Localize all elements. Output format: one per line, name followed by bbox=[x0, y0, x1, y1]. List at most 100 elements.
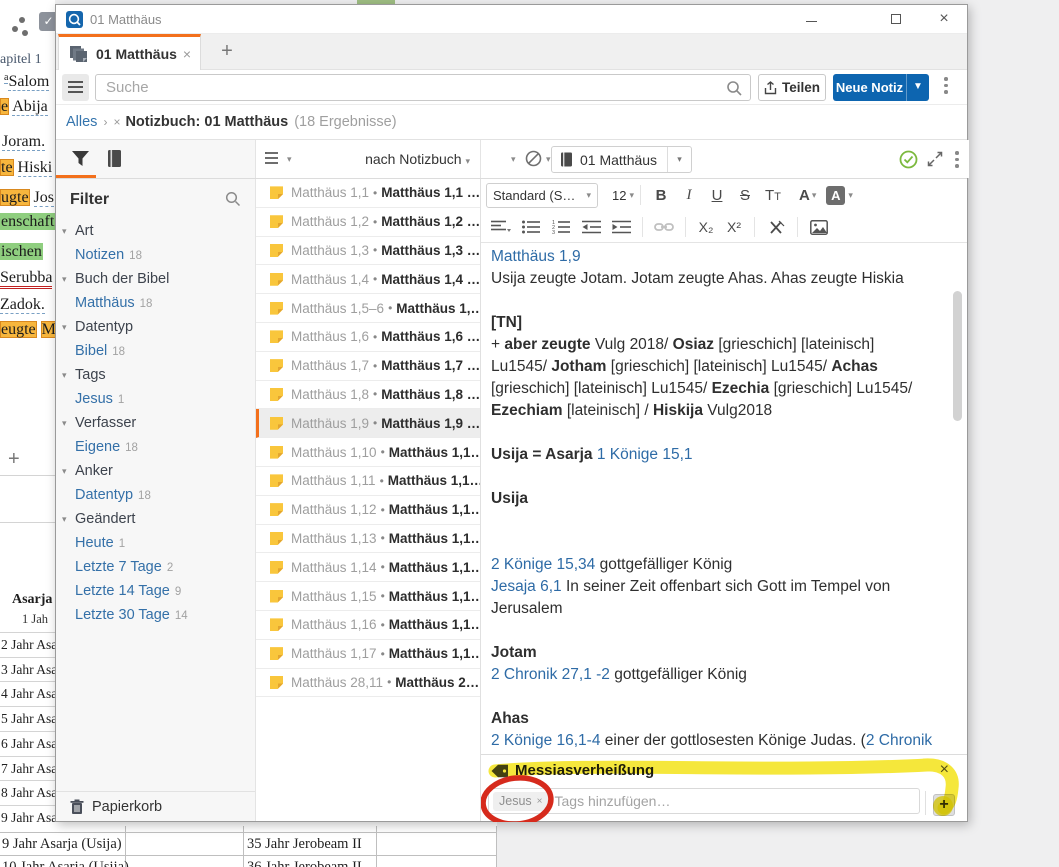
note-list-item[interactable]: Matthäus 1,10 • Matthäus 1,1… bbox=[256, 438, 480, 467]
note-list-item[interactable]: Matthäus 28,11 • Matthäus 2… bbox=[256, 669, 480, 698]
bible-text-fragment[interactable]: te Hiski bbox=[0, 159, 53, 177]
bible-text-fragment[interactable]: enschaft bbox=[0, 213, 55, 231]
note-list-item[interactable]: Matthäus 1,7 • Matthäus 1,7 … bbox=[256, 352, 480, 381]
breadcrumb-remove-icon[interactable]: × bbox=[113, 115, 120, 129]
underline-button[interactable]: U bbox=[703, 187, 731, 204]
add-tag-button[interactable]: + bbox=[933, 794, 955, 816]
notebook-selector-button[interactable]: 01 Matthäus ▾ bbox=[551, 146, 693, 173]
bible-reference-link[interactable]: 2 Chronik 27,1 -2 bbox=[491, 666, 610, 683]
menu-hamburger-button[interactable] bbox=[62, 74, 89, 101]
filter-section-tags[interactable]: ▾ Tags bbox=[56, 363, 255, 387]
font-size-select[interactable]: 12 ▾ bbox=[612, 188, 634, 203]
filter-section-datentyp[interactable]: ▾ Datentyp bbox=[56, 315, 255, 339]
bible-reference-link[interactable]: Jesaja 6,1 bbox=[491, 578, 562, 595]
background-add-button[interactable]: + bbox=[8, 448, 20, 471]
bold-button[interactable]: B bbox=[647, 187, 675, 204]
italic-button[interactable]: I bbox=[675, 187, 703, 204]
note-title[interactable]: Messiasverheißung bbox=[515, 762, 654, 779]
expand-panel-icon[interactable] bbox=[927, 151, 943, 167]
note-style-caret-icon[interactable]: ▾ bbox=[511, 154, 516, 165]
bible-text-fragment[interactable]: ugte Jos bbox=[0, 189, 54, 207]
font-family-select[interactable]: Standard (S… ▾ bbox=[486, 182, 598, 208]
clear-formatting-button[interactable] bbox=[761, 220, 791, 235]
note-body[interactable]: Matthäus 1,9 Usija zeugte Jotam. Jotam ze… bbox=[481, 243, 967, 754]
filter-item-letzte-30-tage[interactable]: Letzte 30 Tage 14 bbox=[56, 603, 255, 627]
subscript-button[interactable]: X₂ bbox=[692, 219, 720, 235]
scrollbar-thumb[interactable] bbox=[953, 291, 962, 421]
note-list-item[interactable]: Matthäus 1,6 • Matthäus 1,6 … bbox=[256, 323, 480, 352]
bible-text-fragment[interactable]: Joram. bbox=[2, 133, 46, 151]
tab-close-icon[interactable]: × bbox=[180, 46, 194, 62]
filter-item-bibel[interactable]: Bibel 18 bbox=[56, 339, 255, 363]
indicator-caret-icon[interactable]: ▾ bbox=[546, 154, 551, 165]
tab-01-matthaeus[interactable]: 01 Matthäus × bbox=[58, 34, 201, 70]
note-list-item[interactable]: Matthäus 1,1 • Matthäus 1,1 … bbox=[256, 179, 480, 208]
filter-section-buch-der-bibel[interactable]: ▾ Buch der Bibel bbox=[56, 267, 255, 291]
tag-panel-close-icon[interactable]: × bbox=[940, 761, 949, 779]
bullet-list-button[interactable] bbox=[516, 220, 546, 234]
bible-text-fragment[interactable]: Zadok. bbox=[0, 296, 45, 314]
filter-item-matth-us[interactable]: Matthäus 18 bbox=[56, 291, 255, 315]
strikethrough-button[interactable]: S bbox=[731, 187, 759, 204]
bible-text-fragment[interactable]: aSalom bbox=[4, 72, 50, 92]
list-options-icon[interactable] bbox=[265, 151, 284, 166]
note-list-item[interactable]: Matthäus 1,16 • Matthäus 1,1… bbox=[256, 611, 480, 640]
list-options-caret-icon[interactable]: ▾ bbox=[287, 154, 292, 165]
window-close-button[interactable]: × bbox=[927, 5, 961, 33]
note-list-item[interactable]: Matthäus 1,11 • Matthäus 1,1… bbox=[256, 467, 480, 496]
filter-section-ge-ndert[interactable]: ▾ Geändert bbox=[56, 507, 255, 531]
text-case-button[interactable]: TT bbox=[759, 187, 787, 204]
note-list-item[interactable]: Matthäus 1,5–6 • Matthäus 1,… bbox=[256, 294, 480, 323]
note-list-item[interactable]: Matthäus 1,2 • Matthäus 1,2 … bbox=[256, 208, 480, 237]
search-icon[interactable] bbox=[726, 80, 743, 97]
toolbar-menu-icon[interactable] bbox=[940, 77, 952, 97]
bible-reference-link[interactable]: 2 Könige 16,1-4 bbox=[491, 732, 600, 749]
note-list-item[interactable]: Matthäus 1,4 • Matthäus 1,4 … bbox=[256, 265, 480, 295]
superscript-button[interactable]: X² bbox=[720, 219, 748, 235]
trash-row[interactable]: Papierkorb bbox=[56, 791, 255, 821]
bible-reference-link[interactable]: 1 Könige 15,1 bbox=[597, 446, 693, 463]
bible-text-fragment[interactable]: e Abija bbox=[0, 98, 48, 116]
filter-item-letzte-7-tage[interactable]: Letzte 7 Tage 2 bbox=[56, 555, 255, 579]
note-list-item[interactable]: Matthäus 1,8 • Matthäus 1,8 … bbox=[256, 381, 480, 410]
note-list-item[interactable]: Matthäus 1,12 • Matthäus 1,1… bbox=[256, 496, 480, 525]
new-note-dropdown[interactable]: ▼ bbox=[906, 74, 929, 101]
numbered-list-button[interactable]: 123 bbox=[546, 220, 576, 234]
filter-funnel-icon[interactable] bbox=[71, 150, 90, 168]
note-list-item[interactable]: Matthäus 1,14 • Matthäus 1,1… bbox=[256, 553, 480, 583]
filter-item-eigene[interactable]: Eigene 18 bbox=[56, 435, 255, 459]
new-note-button[interactable]: Neue Notiz ▼ bbox=[833, 74, 929, 101]
bible-reference-link[interactable]: Matthäus 1,9 bbox=[491, 248, 581, 265]
new-note-label[interactable]: Neue Notiz bbox=[833, 74, 906, 101]
filter-item-heute[interactable]: Heute 1 bbox=[56, 531, 255, 555]
bible-text-fragment[interactable]: Serubba bbox=[0, 269, 53, 289]
align-button[interactable] bbox=[486, 220, 516, 234]
font-color-button[interactable]: A ▾ bbox=[799, 187, 816, 204]
insert-image-button[interactable] bbox=[804, 219, 834, 235]
highlight-color-button[interactable]: A ▾ bbox=[826, 185, 853, 205]
tag-chip-jesus[interactable]: Jesus × bbox=[493, 791, 549, 811]
note-list-item[interactable]: Matthäus 1,13 • Matthäus 1,1… bbox=[256, 525, 480, 554]
filter-section-art[interactable]: ▾ Art bbox=[56, 219, 255, 243]
bible-reference-link[interactable]: 2 Könige 15,34 bbox=[491, 556, 595, 573]
filter-item-datentyp[interactable]: Datentyp 18 bbox=[56, 483, 255, 507]
link-button[interactable] bbox=[649, 221, 679, 233]
filter-search-icon[interactable] bbox=[225, 191, 241, 207]
note-list-item[interactable]: Matthäus 1,15 • Matthäus 1,1… bbox=[256, 582, 480, 611]
sort-selector[interactable]: nach Notizbuch ▾ bbox=[365, 151, 470, 167]
filter-item-letzte-14-tage[interactable]: Letzte 14 Tage 9 bbox=[56, 579, 255, 603]
tag-chip-remove-icon[interactable]: × bbox=[537, 796, 543, 807]
note-list-item[interactable]: Matthäus 1,3 • Matthäus 1,3 … bbox=[256, 237, 480, 266]
filter-item-notizen[interactable]: Notizen 18 bbox=[56, 243, 255, 267]
note-list-item[interactable]: Matthäus 1,17 • Matthäus 1,1… bbox=[256, 640, 480, 669]
notebooks-icon[interactable] bbox=[106, 149, 123, 168]
share-button[interactable]: Teilen bbox=[758, 74, 826, 101]
tags-input[interactable]: Jesus × Tags hinzufügen… bbox=[488, 788, 920, 814]
maximize-button[interactable] bbox=[879, 5, 913, 33]
filter-section-verfasser[interactable]: ▾ Verfasser bbox=[56, 411, 255, 435]
editor-menu-icon[interactable] bbox=[951, 151, 963, 171]
filter-section-anker[interactable]: ▾ Anker bbox=[56, 459, 255, 483]
search-input[interactable] bbox=[96, 75, 750, 100]
note-list-item[interactable]: Matthäus 1,9 • Matthäus 1,9 … bbox=[256, 409, 480, 439]
no-indicator-icon[interactable] bbox=[525, 150, 542, 167]
